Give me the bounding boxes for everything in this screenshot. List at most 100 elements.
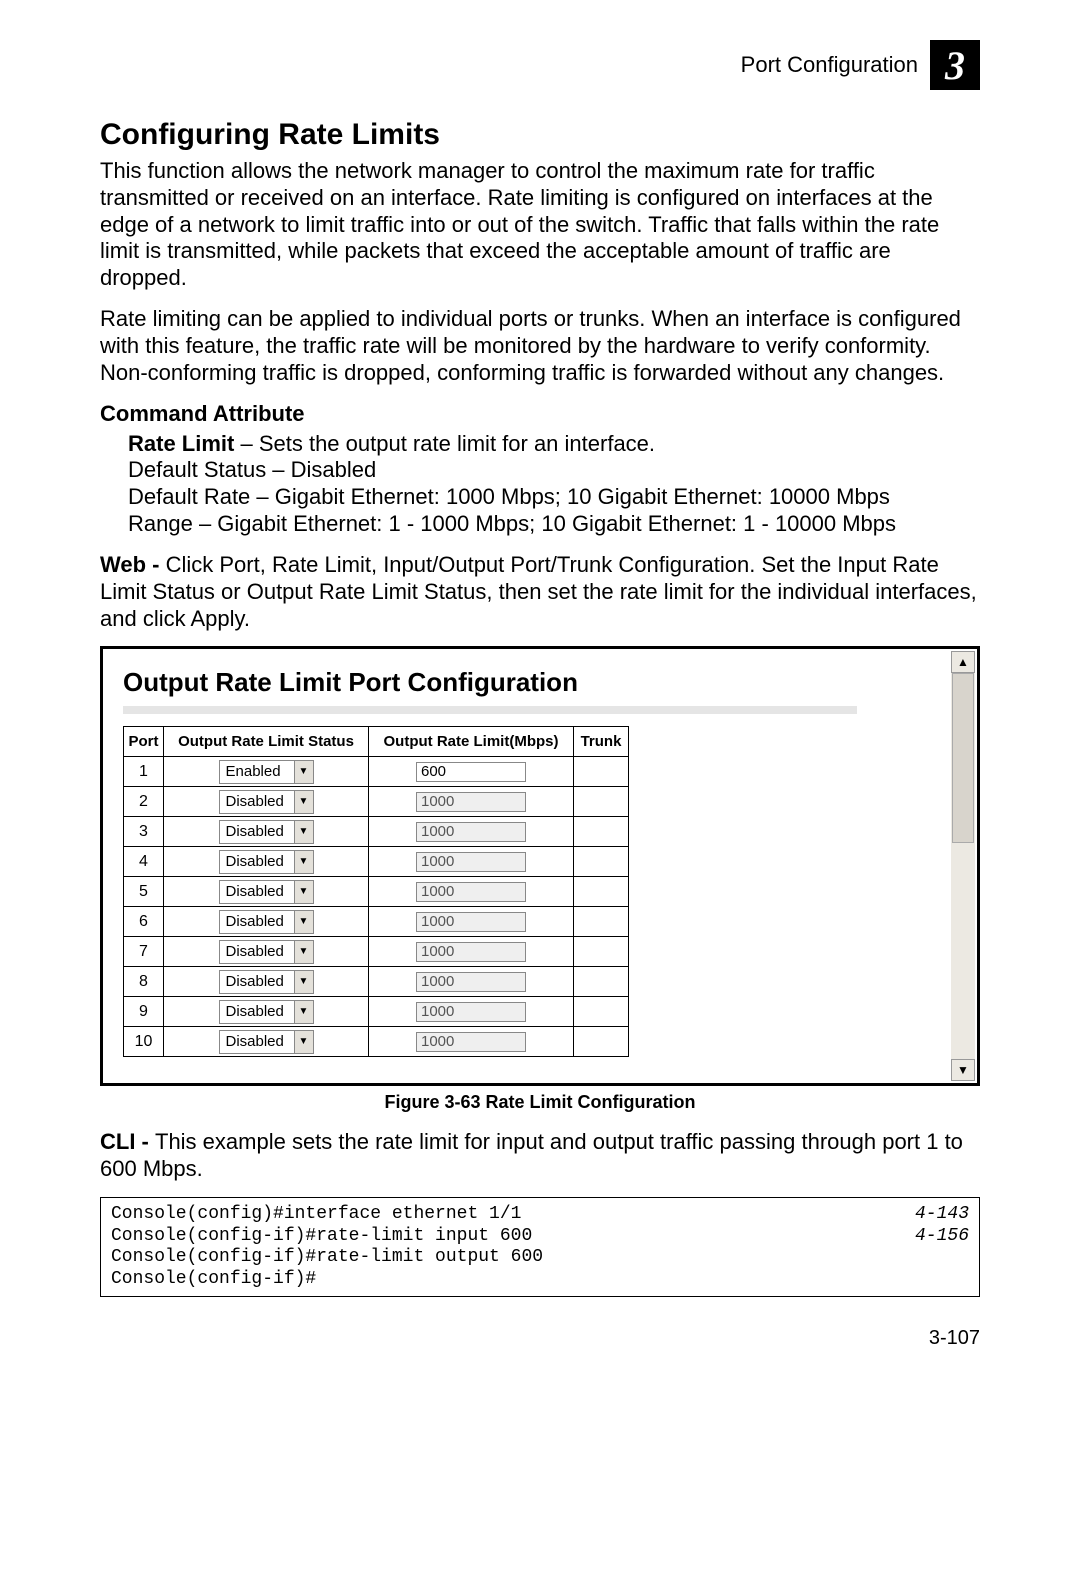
chevron-down-icon[interactable]: ▼: [294, 851, 313, 873]
scroll-up-button[interactable]: ▲: [951, 651, 975, 673]
status-cell: Disabled▼: [164, 967, 369, 997]
status-dropdown[interactable]: Enabled▼: [219, 760, 314, 784]
port-cell: 7: [124, 937, 164, 967]
rate-input[interactable]: [416, 882, 526, 902]
status-dropdown[interactable]: Disabled▼: [219, 970, 314, 994]
status-dropdown[interactable]: Disabled▼: [219, 820, 314, 844]
port-cell: 8: [124, 967, 164, 997]
rate-input[interactable]: [416, 1032, 526, 1052]
scroll-track[interactable]: [951, 673, 975, 1059]
table-row: 10 Disabled▼: [124, 1027, 629, 1057]
rate-cell: [369, 1027, 574, 1057]
table-row: 3Disabled▼: [124, 817, 629, 847]
figure-caption: Figure 3-63 Rate Limit Configuration: [100, 1092, 980, 1113]
trunk-cell: [574, 817, 629, 847]
chevron-down-icon[interactable]: ▼: [294, 941, 313, 963]
rate-input[interactable]: [416, 762, 526, 782]
rate-input[interactable]: [416, 972, 526, 992]
cli-lead: CLI -: [100, 1129, 155, 1154]
scroll-thumb[interactable]: [952, 673, 974, 843]
port-cell: 2: [124, 787, 164, 817]
command-attribute-block: Rate Limit – Sets the output rate limit …: [128, 431, 980, 538]
scroll-down-button[interactable]: ▼: [951, 1059, 975, 1081]
port-cell: 10: [124, 1027, 164, 1057]
chevron-down-icon[interactable]: ▼: [294, 911, 313, 933]
status-dropdown-value: Disabled: [220, 1031, 294, 1053]
status-dropdown[interactable]: Disabled▼: [219, 850, 314, 874]
cli-page-ref: 4-156: [915, 1226, 969, 1248]
rate-limit-table: Port Output Rate Limit Status Output Rat…: [123, 726, 629, 1057]
rate-input[interactable]: [416, 822, 526, 842]
rate-input[interactable]: [416, 792, 526, 812]
table-header-row: Port Output Rate Limit Status Output Rat…: [124, 727, 629, 757]
rate-cell: [369, 937, 574, 967]
table-row: 4 Disabled▼: [124, 847, 629, 877]
rate-limit-screenshot: ▲ ▼ Output Rate Limit Port Configuration…: [100, 646, 980, 1086]
attr-default-rate: Default Rate – Gigabit Ethernet: 1000 Mb…: [128, 484, 980, 511]
rate-cell: [369, 907, 574, 937]
port-cell: 1: [124, 757, 164, 787]
status-dropdown[interactable]: Disabled▼: [219, 880, 314, 904]
cli-output-box: Console(config)#interface ethernet 1/1 4-…: [100, 1197, 980, 1297]
command-attribute-heading: Command Attribute: [100, 401, 980, 427]
status-dropdown-value: Disabled: [220, 1001, 294, 1023]
running-header: Port Configuration 3: [100, 40, 980, 90]
status-dropdown-value: Disabled: [220, 941, 294, 963]
intro-paragraph-1: This function allows the network manager…: [100, 158, 980, 292]
trunk-cell: [574, 787, 629, 817]
rate-input[interactable]: [416, 912, 526, 932]
status-dropdown-value: Disabled: [220, 881, 294, 903]
rate-cell: [369, 997, 574, 1027]
cli-instructions: CLI - This example sets the rate limit f…: [100, 1129, 980, 1183]
chevron-down-icon[interactable]: ▼: [294, 821, 313, 843]
table-row: 8 Disabled▼: [124, 967, 629, 997]
status-cell: Disabled▼: [164, 1027, 369, 1057]
status-dropdown[interactable]: Disabled▼: [219, 940, 314, 964]
attr-rate-limit-label: Rate Limit: [128, 431, 234, 456]
intro-paragraph-2: Rate limiting can be applied to individu…: [100, 306, 980, 386]
trunk-cell: [574, 1027, 629, 1057]
chevron-down-icon[interactable]: ▼: [294, 1031, 313, 1053]
chevron-down-icon[interactable]: ▼: [294, 881, 313, 903]
trunk-cell: [574, 997, 629, 1027]
status-dropdown-value: Disabled: [220, 821, 294, 843]
rate-cell: [369, 757, 574, 787]
status-cell: Disabled▼: [164, 847, 369, 877]
rate-cell: [369, 817, 574, 847]
status-dropdown[interactable]: Disabled▼: [219, 910, 314, 934]
scrollbar-vertical[interactable]: ▲ ▼: [951, 651, 975, 1081]
status-dropdown-value: Disabled: [220, 911, 294, 933]
status-dropdown-value: Disabled: [220, 971, 294, 993]
chevron-down-icon[interactable]: ▼: [294, 791, 313, 813]
chevron-down-icon[interactable]: ▼: [294, 971, 313, 993]
status-dropdown[interactable]: Disabled▼: [219, 790, 314, 814]
port-cell: 5: [124, 877, 164, 907]
trunk-cell: [574, 937, 629, 967]
cli-line: Console(config)#interface ethernet 1/1 4-…: [111, 1204, 969, 1226]
rate-input[interactable]: [416, 852, 526, 872]
cli-page-ref: 4-143: [915, 1204, 969, 1226]
web-instructions: Web - Click Port, Rate Limit, Input/Outp…: [100, 552, 980, 632]
status-dropdown[interactable]: Disabled▼: [219, 1000, 314, 1024]
cli-command: Console(config)#interface ethernet 1/1: [111, 1204, 521, 1226]
cli-line: Console(config-if)#rate-limit output 600: [111, 1247, 969, 1269]
rate-input[interactable]: [416, 942, 526, 962]
rate-cell: [369, 787, 574, 817]
status-dropdown-value: Disabled: [220, 851, 294, 873]
chevron-down-icon[interactable]: ▼: [294, 1001, 313, 1023]
cli-command: Console(config-if)#rate-limit input 600: [111, 1226, 532, 1248]
status-dropdown[interactable]: Disabled▼: [219, 1030, 314, 1054]
cli-line: Console(config-if)#: [111, 1269, 969, 1291]
rate-input[interactable]: [416, 1002, 526, 1022]
chevron-down-icon[interactable]: ▼: [294, 761, 313, 783]
status-cell: Disabled▼: [164, 937, 369, 967]
rate-cell: [369, 847, 574, 877]
title-divider: [123, 706, 857, 714]
section-title: Configuring Rate Limits: [100, 118, 980, 152]
table-row: 1 Enabled▼: [124, 757, 629, 787]
port-cell: 4: [124, 847, 164, 877]
web-text: Click Port, Rate Limit, Input/Output Por…: [100, 552, 977, 631]
col-trunk: Trunk: [574, 727, 629, 757]
cli-line: Console(config-if)#rate-limit input 600 4…: [111, 1226, 969, 1248]
status-dropdown-value: Disabled: [220, 791, 294, 813]
